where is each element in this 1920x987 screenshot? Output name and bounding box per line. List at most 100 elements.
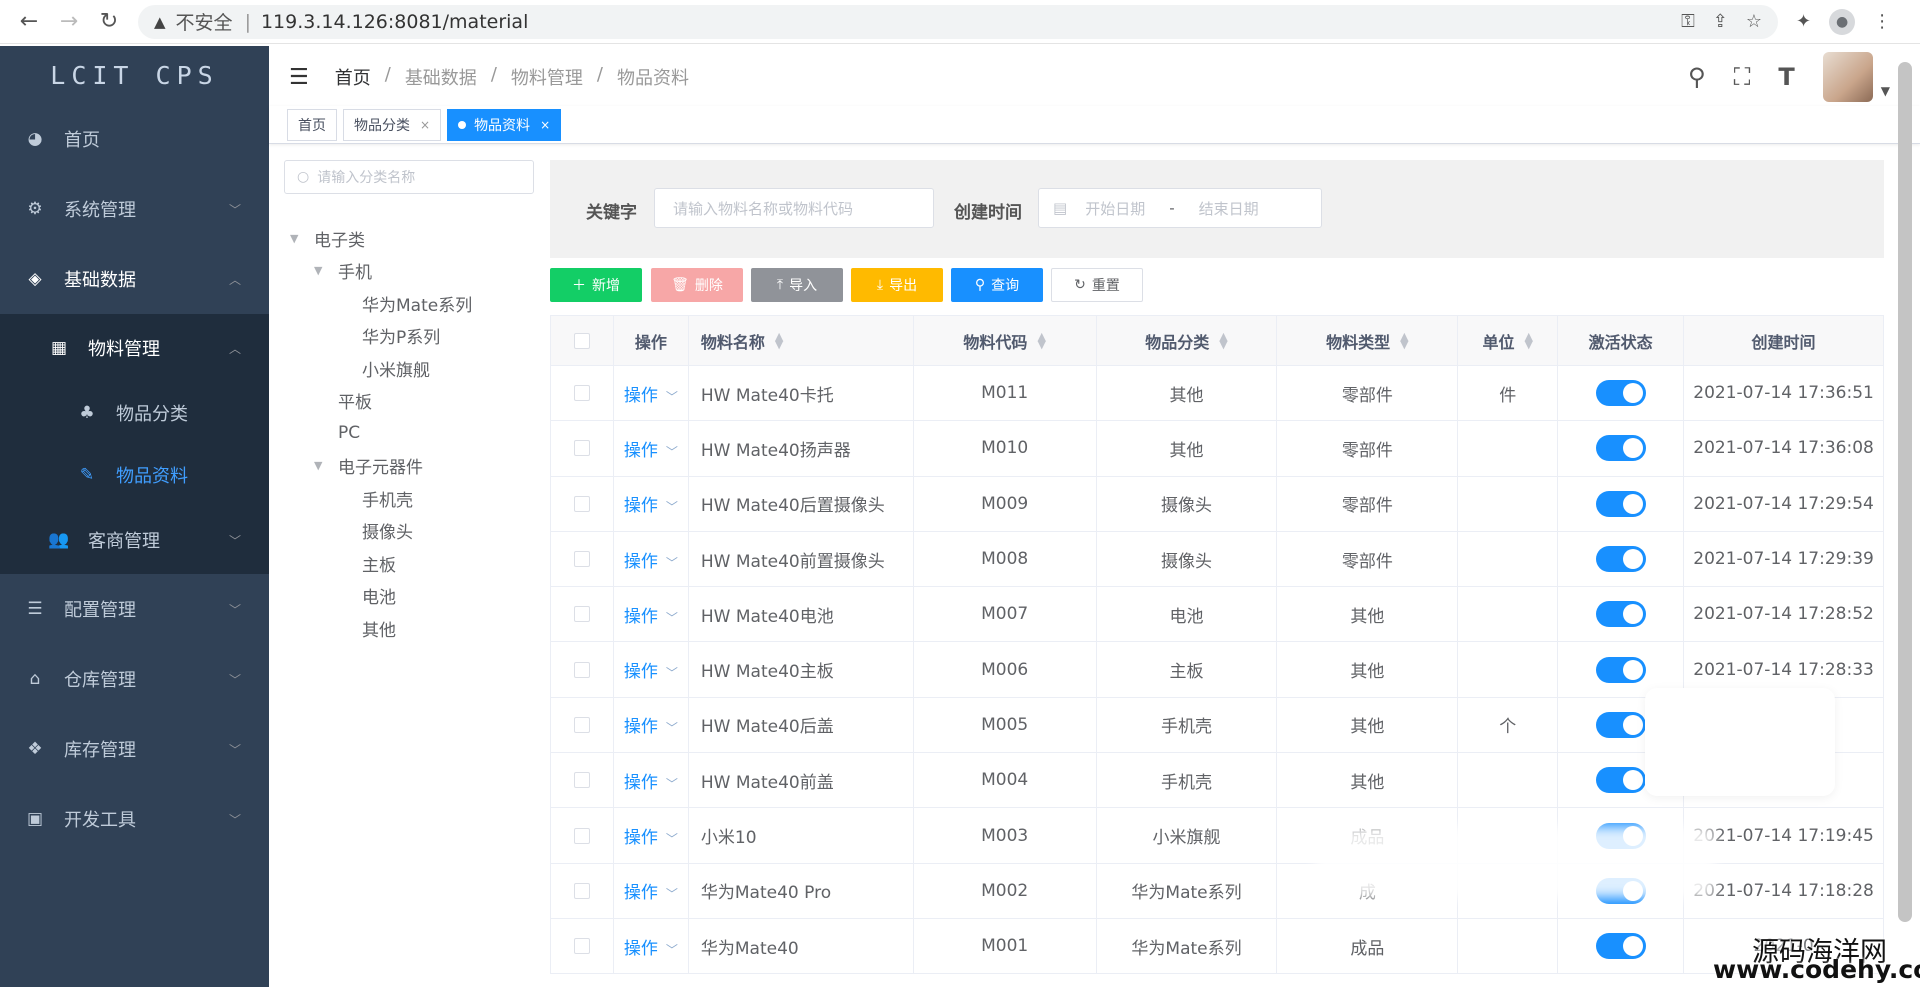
row-select-cell[interactable]	[551, 531, 614, 587]
op-dropdown[interactable]: 操作 ﹀	[624, 934, 678, 959]
row-select-cell[interactable]	[551, 366, 614, 421]
op-dropdown[interactable]: 操作 ﹀	[624, 768, 678, 793]
close-icon[interactable]: ×	[420, 118, 430, 132]
checkbox[interactable]	[573, 827, 590, 844]
caret-down-icon[interactable]: ▼	[1881, 84, 1890, 98]
sort-icon[interactable]: ▲ ▼	[1219, 331, 1227, 350]
op-cell[interactable]: 操作 ﹀	[614, 808, 689, 863]
row-select-cell[interactable]	[551, 476, 614, 531]
import-button[interactable]: ⤒ 导入	[751, 268, 843, 302]
query-button[interactable]: ⚲ 查询	[951, 268, 1043, 302]
reload-icon[interactable]: ↻	[94, 7, 124, 37]
row-select-cell[interactable]	[551, 642, 614, 697]
tag-home[interactable]: 首页	[287, 108, 337, 141]
op-dropdown[interactable]: 操作 ﹀	[624, 823, 678, 848]
active-toggle[interactable]	[1595, 601, 1646, 628]
op-cell[interactable]: 操作 ﹀	[614, 366, 689, 421]
row-select-cell[interactable]	[551, 587, 614, 642]
search-icon[interactable]: ⚲	[1688, 63, 1706, 91]
op-cell[interactable]: 操作 ﹀	[614, 642, 689, 697]
key-icon[interactable]: ⚿	[1681, 11, 1695, 32]
header-category[interactable]: 物品分类 ▲ ▼	[1097, 316, 1278, 365]
sidebar-item-merchants[interactable]: 👥 客商管理 ﹀	[0, 506, 269, 574]
active-toggle[interactable]	[1595, 546, 1646, 573]
star-icon[interactable]: ☆	[1746, 11, 1762, 32]
sidebar-item-config[interactable]: ☰ 配置管理 ﹀	[0, 574, 269, 644]
tree-node[interactable]: 手机壳	[290, 482, 472, 515]
delete-button[interactable]: 🗑 删除	[651, 268, 743, 302]
sort-icon[interactable]: ▲ ▼	[1400, 331, 1408, 350]
add-button[interactable]: ＋ 新增	[550, 268, 642, 302]
breadcrumb-home[interactable]: 首页	[335, 64, 371, 90]
checkbox[interactable]	[573, 332, 590, 349]
tree-node[interactable]: 小米旗舰	[290, 352, 472, 385]
op-cell[interactable]: 操作 ﹀	[614, 863, 689, 918]
header-name[interactable]: 物料名称 ▲ ▼	[689, 316, 914, 365]
active-toggle[interactable]	[1595, 435, 1646, 462]
font-size-icon[interactable]: T	[1778, 63, 1794, 91]
caret-down-icon[interactable]: ▼	[314, 264, 328, 277]
op-dropdown[interactable]: 操作 ﹀	[624, 436, 678, 461]
active-toggle[interactable]	[1595, 711, 1646, 738]
checkbox[interactable]	[573, 551, 590, 568]
header-select-all[interactable]	[551, 316, 614, 365]
caret-down-icon[interactable]: ▼	[290, 232, 304, 245]
sidebar-item-category[interactable]: ♣ 物品分类	[0, 382, 269, 444]
checkbox[interactable]	[573, 385, 590, 402]
checkbox[interactable]	[573, 938, 590, 955]
checkbox[interactable]	[573, 882, 590, 899]
date-range-picker[interactable]: ▤ 开始日期 - 结束日期	[1038, 188, 1322, 228]
tree-node[interactable]: 平板	[290, 385, 472, 418]
checkbox[interactable]	[573, 606, 590, 623]
op-cell[interactable]: 操作 ﹀	[614, 587, 689, 642]
active-toggle[interactable]	[1595, 767, 1646, 794]
sort-icon[interactable]: ▲ ▼	[1037, 331, 1045, 350]
row-select-cell[interactable]	[551, 863, 614, 918]
tree-node[interactable]: ▼ 手机	[290, 255, 472, 288]
tree-node[interactable]: PC	[290, 417, 472, 450]
sidebar-item-system[interactable]: ⚙ 系统管理 ﹀	[0, 174, 269, 244]
op-cell[interactable]: 操作 ﹀	[614, 421, 689, 476]
tree-node[interactable]: ▼ 电子元器件	[290, 450, 472, 483]
tag-category[interactable]: 物品分类 ×	[343, 108, 442, 141]
caret-down-icon[interactable]: ▼	[314, 459, 328, 472]
close-icon[interactable]: ×	[540, 118, 550, 132]
header-code[interactable]: 物料代码 ▲ ▼	[914, 316, 1097, 365]
sort-icon[interactable]: ▲ ▼	[1525, 331, 1533, 350]
account-icon[interactable]: ●	[1829, 8, 1856, 35]
op-cell[interactable]: 操作 ﹀	[614, 753, 689, 808]
row-select-cell[interactable]	[551, 808, 614, 863]
tree-node[interactable]: 主板	[290, 547, 472, 580]
tree-node[interactable]: 华为P系列	[290, 320, 472, 353]
row-select-cell[interactable]	[551, 918, 614, 974]
page-scrollbar[interactable]	[1898, 62, 1912, 922]
op-dropdown[interactable]: 操作 ﹀	[624, 491, 678, 516]
hamburger-icon[interactable]: ☰	[289, 65, 309, 90]
tree-node[interactable]: 其他	[290, 612, 472, 645]
sidebar-item-warehouse[interactable]: ⌂ 仓库管理 ﹀	[0, 644, 269, 714]
active-toggle[interactable]	[1595, 656, 1646, 683]
checkbox[interactable]	[573, 772, 590, 789]
reset-button[interactable]: ↻ 重置	[1051, 268, 1143, 302]
active-toggle[interactable]	[1595, 490, 1646, 517]
tag-item-info[interactable]: 物品资料 ×	[447, 108, 562, 141]
tree-node[interactable]: 华为Mate系列	[290, 287, 472, 320]
header-type[interactable]: 物料类型 ▲ ▼	[1277, 316, 1459, 365]
row-select-cell[interactable]	[551, 421, 614, 476]
active-toggle[interactable]	[1595, 933, 1646, 960]
sidebar-item-inventory[interactable]: ❖ 库存管理 ﹀	[0, 714, 269, 784]
tree-node[interactable]: 电池	[290, 580, 472, 613]
forward-icon[interactable]: →	[54, 7, 84, 37]
keyword-input[interactable]: 请输入物料名称或物料代码	[654, 188, 934, 228]
checkbox[interactable]	[573, 716, 590, 733]
sidebar-item-basic-data[interactable]: ◈ 基础数据 ︿	[0, 244, 269, 314]
op-dropdown[interactable]: 操作 ﹀	[624, 381, 678, 406]
sort-icon[interactable]: ▲ ▼	[775, 331, 783, 350]
avatar[interactable]	[1822, 52, 1873, 102]
export-button[interactable]: ⤓ 导出	[851, 268, 943, 302]
active-toggle[interactable]	[1595, 380, 1646, 407]
row-select-cell[interactable]	[551, 697, 614, 753]
checkbox[interactable]	[573, 661, 590, 678]
op-cell[interactable]: 操作 ﹀	[614, 697, 689, 753]
op-dropdown[interactable]: 操作 ﹀	[624, 602, 678, 627]
